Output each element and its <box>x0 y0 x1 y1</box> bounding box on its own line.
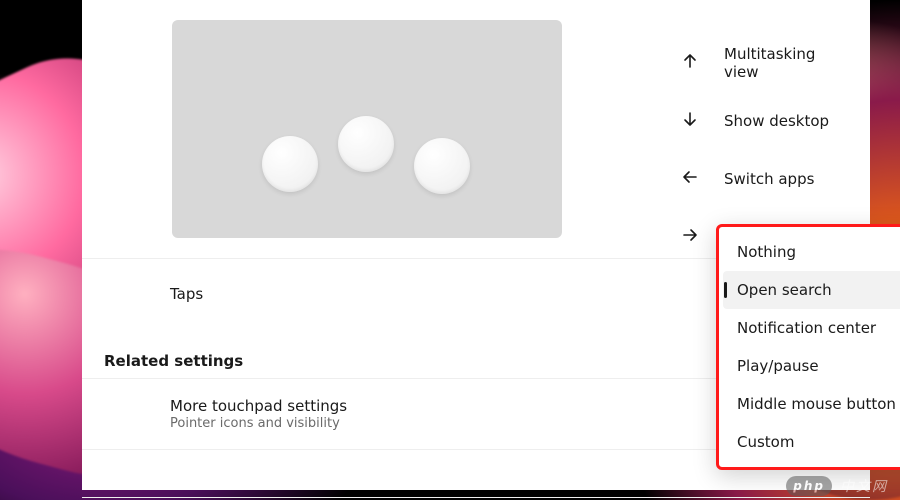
dropdown-option-play-pause[interactable]: Play/pause <box>723 347 900 385</box>
gesture-label: Show desktop <box>724 112 829 130</box>
taps-label: Taps <box>170 285 203 303</box>
watermark-badge: php <box>786 476 832 496</box>
finger-indicator <box>414 138 470 194</box>
finger-indicator <box>338 116 394 172</box>
watermark-text: 中文网 <box>840 476 888 496</box>
settings-content: Multitasking view Show desktop Switch ap… <box>82 0 870 490</box>
dropdown-option-custom[interactable]: Custom <box>723 423 900 461</box>
gesture-swipe-left-row[interactable]: Switch apps <box>682 150 850 208</box>
gesture-swipe-down-row[interactable]: Show desktop <box>682 92 850 150</box>
arrow-down-icon <box>682 111 698 131</box>
gesture-preview <box>172 20 562 238</box>
gesture-label: Multitasking view <box>724 45 850 81</box>
dropdown-option-middle-mouse[interactable]: Middle mouse button <box>723 385 900 423</box>
touchpad-settings-panel: Multitasking view Show desktop Switch ap… <box>82 0 870 490</box>
finger-indicator <box>262 136 318 192</box>
dropdown-option-open-search[interactable]: Open search <box>723 271 900 309</box>
settings-row[interactable] <box>82 468 870 498</box>
watermark: php 中文网 <box>786 476 888 496</box>
dropdown-option-nothing[interactable]: Nothing <box>723 233 900 271</box>
gesture-label: Switch apps <box>724 170 814 188</box>
dropdown-option-notification-center[interactable]: Notification center <box>723 309 900 347</box>
related-settings-heading: Related settings <box>104 352 243 370</box>
tap-action-dropdown[interactable]: Nothing Open search Notification center … <box>716 224 900 470</box>
arrow-right-icon <box>682 227 698 247</box>
gesture-swipe-up-row[interactable]: Multitasking view <box>682 34 850 92</box>
arrow-left-icon <box>682 169 698 189</box>
settings-window: Multitasking view Show desktop Switch ap… <box>82 0 870 490</box>
arrow-up-icon <box>682 53 698 73</box>
